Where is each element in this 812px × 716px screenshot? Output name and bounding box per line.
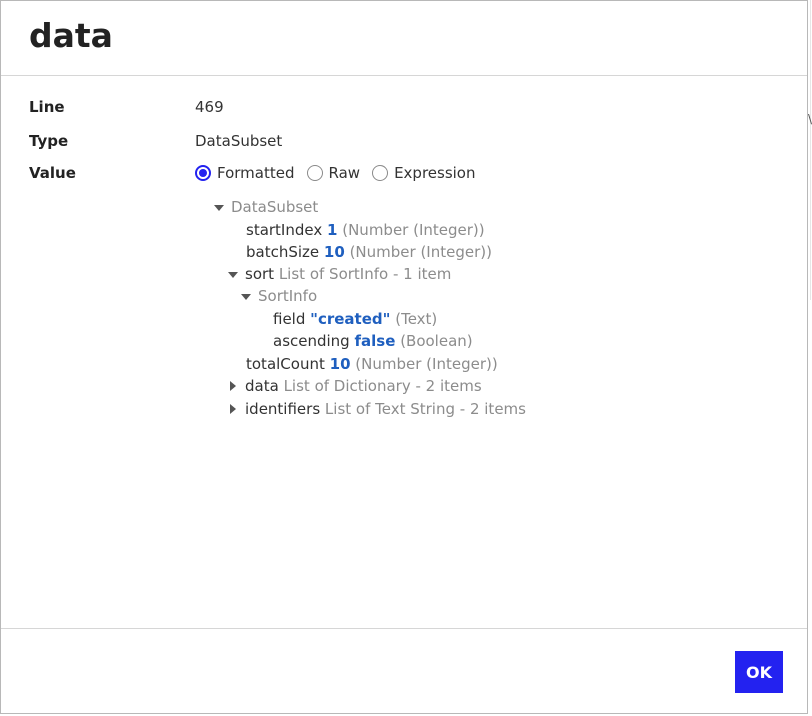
tree-item-label: SortInfo xyxy=(258,287,318,305)
background-edge-glyph: \ xyxy=(808,112,812,126)
tree-key: batchSize xyxy=(246,243,320,261)
tree-root-label: DataSubset xyxy=(231,198,319,216)
tree-value: "created" xyxy=(310,310,391,328)
tree-node-startindex: startIndex 1 (Number (Integer)) xyxy=(246,219,485,241)
tree-type: (Boolean) xyxy=(400,332,473,350)
tree-value: 1 xyxy=(327,221,338,239)
tree-node-identifiers[interactable]: identifiers List of Text String - 2 item… xyxy=(227,398,526,420)
tree-type: (Number (Integer)) xyxy=(355,355,498,373)
radio-expression[interactable]: Expression xyxy=(372,162,476,184)
tree-key: data xyxy=(245,377,279,395)
type-value: DataSubset xyxy=(195,132,283,150)
radio-formatted[interactable]: Formatted xyxy=(195,162,295,184)
expand-caret-icon[interactable] xyxy=(227,398,239,420)
radio-formatted-label: Formatted xyxy=(217,164,295,182)
dialog-title: data xyxy=(29,16,113,55)
radio-raw-label: Raw xyxy=(328,164,361,182)
collapse-caret-icon[interactable] xyxy=(227,263,239,285)
radio-raw-indicator[interactable] xyxy=(306,165,323,181)
tree-node-root[interactable]: DataSubset xyxy=(213,196,318,218)
tree-node-totalcount: totalCount 10 (Number (Integer)) xyxy=(246,353,498,375)
tree-node-sort[interactable]: sort List of SortInfo - 1 item xyxy=(227,263,451,285)
radio-formatted-indicator[interactable] xyxy=(195,165,211,181)
tree-key: sort xyxy=(245,265,275,283)
dialog-footer: OK xyxy=(1,628,807,715)
view-mode-radio-group: Formatted Raw Expression xyxy=(195,162,488,184)
tree-type: (Number (Integer)) xyxy=(342,221,485,239)
tree-desc: List of Text String - 2 items xyxy=(324,400,526,418)
dialog-body: Line 469 Type DataSubset Value Formatted… xyxy=(1,76,807,628)
tree-node-ascending: ascending false (Boolean) xyxy=(273,330,473,352)
tree-node-data[interactable]: data List of Dictionary - 2 items xyxy=(227,375,482,397)
tree-desc: List of SortInfo - 1 item xyxy=(278,265,452,283)
tree-key: totalCount xyxy=(246,355,325,373)
tree-value: 10 xyxy=(329,355,351,373)
radio-raw[interactable]: Raw xyxy=(306,162,361,184)
line-label: Line xyxy=(29,98,65,116)
tree-value: false xyxy=(354,332,396,350)
tree-value: 10 xyxy=(323,243,345,261)
tree-node-batchsize: batchSize 10 (Number (Integer)) xyxy=(246,241,492,263)
expand-caret-icon[interactable] xyxy=(227,375,239,397)
type-label: Type xyxy=(29,132,69,150)
collapse-caret-icon[interactable] xyxy=(213,196,225,218)
tree-key: startIndex xyxy=(246,221,323,239)
collapse-caret-icon[interactable] xyxy=(240,285,252,307)
tree-type: (Number (Integer)) xyxy=(349,243,492,261)
tree-key: field xyxy=(273,310,306,328)
value-label: Value xyxy=(29,164,76,182)
tree-key: identifiers xyxy=(245,400,321,418)
radio-expression-label: Expression xyxy=(394,164,476,182)
line-value: 469 xyxy=(195,98,224,116)
value-dialog: data Line 469 Type DataSubset Value Form… xyxy=(0,0,808,714)
background-edge xyxy=(810,0,811,300)
dialog-header: data xyxy=(1,1,807,76)
tree-desc: List of Dictionary - 2 items xyxy=(283,377,482,395)
tree-node-sortinfo[interactable]: SortInfo xyxy=(240,285,317,307)
tree-type: (Text) xyxy=(395,310,438,328)
tree-node-field: field "created" (Text) xyxy=(273,308,437,330)
tree-key: ascending xyxy=(273,332,350,350)
radio-expression-indicator[interactable] xyxy=(372,165,389,181)
ok-button[interactable]: OK xyxy=(735,651,783,693)
